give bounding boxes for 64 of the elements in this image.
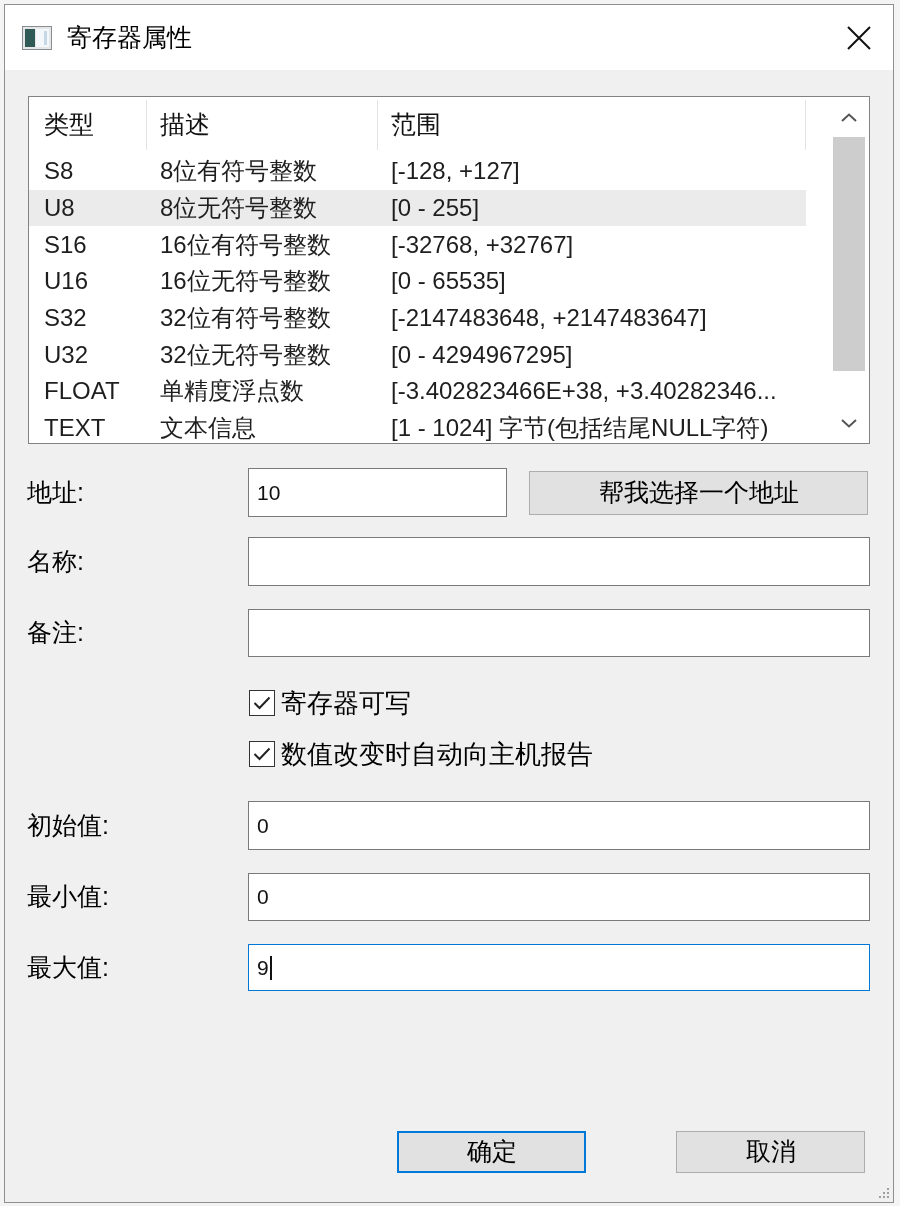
field-label: 备注: — [27, 617, 85, 649]
table-cell-text: [0 - 4294967295] — [390, 339, 574, 370]
table-row[interactable]: U8 8位无符号整数 [0 - 255] — [29, 189, 806, 227]
text-field[interactable]: 0 — [248, 873, 870, 921]
checkmark-icon — [253, 696, 271, 710]
field-label: 名称: — [27, 545, 85, 577]
text-field[interactable]: 9 — [248, 944, 870, 991]
field-label: 地址: — [27, 476, 85, 508]
chevron-up-icon — [841, 112, 857, 122]
table-cell-text: 单精度浮点数 — [159, 376, 305, 407]
field-label: 初始值: — [27, 809, 110, 841]
table-row[interactable]: U16 16位无符号整数 [0 - 65535] — [29, 263, 806, 300]
table-row[interactable]: TEXT 文本信息 [1 - 1024] 字节(包括结尾NULL字符) — [29, 409, 806, 443]
chevron-down-icon — [841, 418, 857, 428]
scrollbar-thumb[interactable] — [833, 137, 865, 371]
checkbox-label[interactable]: 寄存器可写 — [281, 683, 411, 723]
text-field[interactable] — [248, 537, 870, 586]
checkbox[interactable] — [249, 690, 275, 716]
table-cell-text: [-32768, +32767] — [390, 229, 575, 260]
table-cell-text: 8位无符号整数 — [159, 193, 319, 224]
column-header[interactable]: 范围 — [378, 100, 806, 150]
table-row[interactable]: S32 32位有符号整数 [-2147483648, +2147483647] — [29, 299, 806, 337]
table-cell-text: [-128, +127] — [390, 156, 521, 187]
table-row[interactable]: S8 8位有符号整数 [-128, +127] — [29, 153, 806, 190]
field-label: 最大值: — [27, 951, 110, 983]
table-cell-text: [-3.402823466E+38, +3.40282346... — [390, 376, 778, 407]
table-cell-text: 16位有符号整数 — [159, 229, 332, 260]
table-cell-text: S8 — [43, 156, 75, 187]
checkbox[interactable] — [249, 741, 275, 767]
checkbox-label[interactable]: 数值改变时自动向主机报告 — [281, 734, 593, 774]
table-cell-text: FLOAT — [43, 376, 121, 407]
dialog-button[interactable]: 取消 — [676, 1131, 865, 1173]
window-title: 寄存器属性 — [67, 21, 192, 53]
table-row[interactable]: S16 16位有符号整数 [-32768, +32767] — [29, 226, 806, 264]
table-cell-text: 8位有符号整数 — [159, 156, 319, 187]
column-header[interactable]: 类型 — [29, 100, 147, 150]
close-icon — [847, 25, 871, 50]
table-row[interactable]: U32 32位无符号整数 [0 - 4294967295] — [29, 336, 806, 374]
table-cell-text: [-2147483648, +2147483647] — [390, 303, 708, 334]
table-cell-text: [0 - 255] — [390, 193, 481, 224]
table-cell-text: 16位无符号整数 — [159, 266, 332, 297]
text-cursor — [269, 955, 272, 980]
table-cell-text: S32 — [43, 303, 88, 334]
table-cell-text: U8 — [43, 193, 76, 224]
column-header[interactable]: 描述 — [147, 100, 378, 150]
table-cell-text: S16 — [43, 229, 88, 260]
table-cell-text: U16 — [43, 266, 90, 297]
text-field[interactable] — [248, 609, 870, 657]
text-field[interactable]: 0 — [248, 801, 870, 850]
table-cell-text: U32 — [43, 339, 90, 370]
text-field[interactable]: 10 — [248, 468, 507, 517]
dialog-button[interactable]: 确定 — [397, 1131, 586, 1173]
table-cell-text: 文本信息 — [159, 413, 257, 443]
table-cell-text: TEXT — [43, 413, 107, 443]
table-cell-text: 32位无符号整数 — [159, 339, 332, 370]
table-cell-text: [0 - 65535] — [390, 266, 507, 297]
choose-address-button[interactable]: 帮我选择一个地址 — [529, 470, 868, 515]
window-icon — [22, 25, 52, 50]
checkmark-icon — [253, 747, 271, 761]
table-cell-text: 32位有符号整数 — [159, 303, 332, 334]
field-label: 最小值: — [27, 881, 110, 913]
resize-grip-icon[interactable] — [878, 1187, 890, 1199]
table-cell-text: [1 - 1024] 字节(包括结尾NULL字符) — [390, 413, 770, 443]
table-row[interactable]: FLOAT 单精度浮点数 [-3.402823466E+38, +3.40282346... — [29, 373, 806, 410]
